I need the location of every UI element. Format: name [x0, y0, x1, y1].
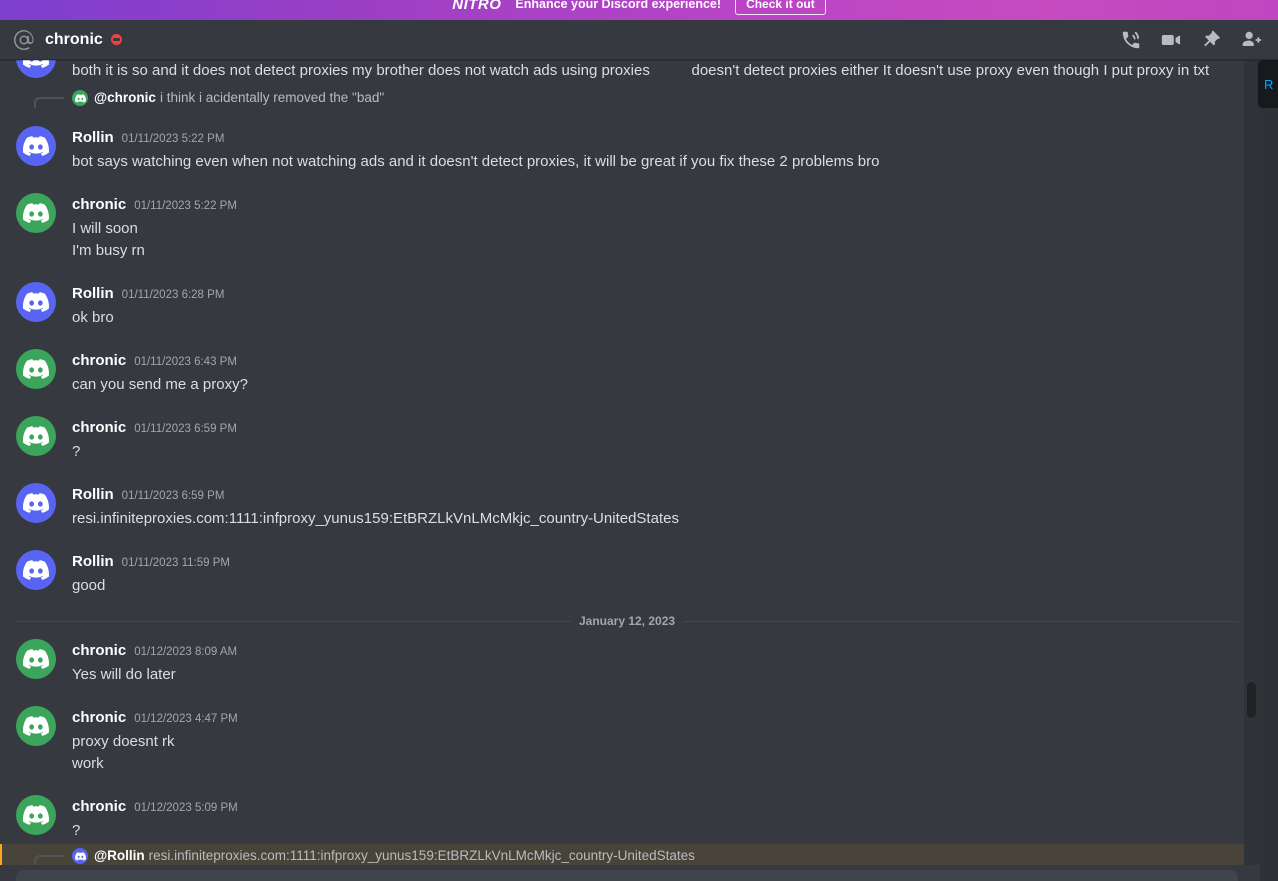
- message-text: work: [72, 755, 104, 772]
- message-timestamp: 01/12/2023 8:09 AM: [134, 646, 238, 658]
- message-scrollbar-thumb[interactable]: [1247, 682, 1256, 718]
- avatar[interactable]: [16, 416, 56, 456]
- message-author[interactable]: Rollin: [72, 551, 114, 573]
- message-timestamp: 01/11/2023 6:59 PM: [134, 423, 237, 435]
- message-author[interactable]: chronic: [72, 194, 126, 216]
- user-popout-text: R: [1264, 76, 1274, 92]
- message-text: good: [72, 577, 106, 594]
- message-text: I'm busy rn: [72, 242, 145, 259]
- user-popout-sliver[interactable]: R: [1258, 60, 1278, 108]
- message-header: chronic 01/12/2023 8:09 AM: [72, 640, 1206, 663]
- message-composer-container: Message @chronic: [0, 865, 1254, 881]
- message: chronic 01/12/2023 8:09 AM Yes will do lat…: [0, 638, 1254, 688]
- channel-name[interactable]: chronic: [45, 31, 103, 49]
- reply-avatar[interactable]: [72, 848, 88, 864]
- message-timestamp: 01/11/2023 11:59 PM: [121, 557, 230, 569]
- pinned-messages-icon[interactable]: [1199, 28, 1223, 52]
- message-header: chronic 01/11/2023 6:43 PM: [72, 350, 1206, 373]
- message-header: Rollin 01/11/2023 5:22 PM: [72, 127, 1206, 150]
- message: Rollin 01/11/2023 11:59 PM good: [0, 549, 1254, 599]
- nitro-logo: NITRO: [452, 0, 502, 13]
- message-partial: both it is so and it does not detect pro…: [0, 60, 1254, 88]
- message-author[interactable]: chronic: [72, 796, 126, 818]
- reply-spine-icon: [34, 855, 64, 865]
- message-header: chronic 01/11/2023 6:59 PM: [72, 417, 1206, 440]
- message-author[interactable]: chronic: [72, 417, 126, 439]
- start-video-call-icon[interactable]: [1159, 28, 1183, 52]
- at-icon: [12, 28, 36, 52]
- message-header: chronic 01/12/2023 4:47 PM: [72, 707, 1206, 730]
- message-author[interactable]: Rollin: [72, 283, 114, 305]
- reply-author[interactable]: @Rollin: [94, 847, 145, 865]
- channel-header: chronic: [0, 20, 1278, 60]
- date-divider-label: January 12, 2023: [570, 614, 684, 628]
- message-timestamp: 01/11/2023 6:43 PM: [134, 356, 237, 368]
- start-voice-call-icon[interactable]: [1119, 28, 1143, 52]
- nitro-check-it-out-button[interactable]: Check it out: [735, 0, 826, 15]
- avatar[interactable]: [16, 126, 56, 166]
- message-author[interactable]: Rollin: [72, 484, 114, 506]
- message-list: both it is so and it does not detect pro…: [0, 60, 1254, 865]
- header-actions: [1119, 28, 1268, 52]
- reply-spine-icon: [34, 97, 64, 108]
- message-timestamp: 01/11/2023 6:28 PM: [121, 289, 225, 301]
- message-header: chronic 01/12/2023 5:09 PM: [72, 796, 1206, 819]
- message-text: ?: [72, 443, 81, 460]
- message: Rollin 01/11/2023 6:28 PM ok bro: [0, 281, 1254, 331]
- avatar[interactable]: [16, 795, 56, 835]
- message: Rollin 01/11/2023 5:22 PM bot says watchin…: [0, 125, 1254, 175]
- message-timestamp: 01/11/2023 6:59 PM: [121, 490, 225, 502]
- member-list-sliver: [1260, 60, 1278, 881]
- reply-reference[interactable]: @Rollin resi.infiniteproxies.com:1111:inf…: [34, 846, 1254, 865]
- message-header: Rollin 01/11/2023 11:59 PM: [72, 551, 1206, 574]
- avatar[interactable]: [16, 706, 56, 746]
- message-timestamp: 01/11/2023 5:22 PM: [121, 133, 225, 145]
- message-text: I will soon: [72, 220, 138, 237]
- message-author[interactable]: chronic: [72, 640, 126, 662]
- nitro-tagline: Enhance your Discord experience!: [515, 0, 722, 11]
- reply-preview-text[interactable]: i think i acidentally removed the "bad": [160, 89, 384, 107]
- message: chronic 01/12/2023 5:09 PM?: [0, 794, 1254, 844]
- message: chronic 01/11/2023 6:43 PM can you send me…: [0, 348, 1254, 398]
- avatar[interactable]: [16, 639, 56, 679]
- message-timestamp: 01/12/2023 5:09 PM: [134, 802, 238, 814]
- avatar[interactable]: [16, 193, 56, 233]
- message-text: ?: [72, 822, 81, 839]
- reply-author[interactable]: @chronic: [94, 89, 156, 107]
- message-header: Rollin 01/11/2023 6:59 PM: [72, 484, 1206, 507]
- message-author[interactable]: Rollin: [72, 127, 114, 149]
- avatar[interactable]: [16, 550, 56, 590]
- message-scroller[interactable]: both it is so and it does not detect pro…: [0, 60, 1254, 865]
- message-composer[interactable]: Message @chronic: [16, 870, 1238, 881]
- message-text: can you send me a proxy?: [72, 376, 248, 393]
- message: Rollin 01/11/2023 6:59 PM resi.infinitepro…: [0, 482, 1254, 532]
- mention-highlight-group: @Rollin resi.infiniteproxies.com:1111:inf…: [0, 844, 1254, 865]
- message-text: ok bro: [72, 309, 114, 326]
- avatar[interactable]: [16, 483, 56, 523]
- message-text: Yes will do later: [72, 666, 176, 683]
- message-timestamp: 01/12/2023 4:47 PM: [134, 713, 238, 725]
- message-text: resi.infiniteproxies.com:1111:infproxy_y…: [72, 510, 679, 527]
- message: chronic 01/11/2023 5:22 PM I will soon I'm …: [0, 192, 1254, 264]
- message: chronic 01/12/2023 4:47 PM proxy doesnt rk…: [0, 705, 1254, 777]
- message-timestamp: 01/11/2023 5:22 PM: [134, 200, 237, 212]
- avatar[interactable]: [16, 349, 56, 389]
- message-text: proxy doesnt rk: [72, 733, 175, 750]
- message-header: chronic 01/11/2023 5:22 PM: [72, 194, 1206, 217]
- message-header: Rollin 01/11/2023 6:28 PM: [72, 283, 1206, 306]
- message-author[interactable]: chronic: [72, 707, 126, 729]
- avatar[interactable]: [16, 282, 56, 322]
- message-text: both it is so and it does not detect pro…: [72, 62, 1210, 79]
- reply-reference[interactable]: @chronic i think i acidentally removed th…: [34, 88, 1254, 108]
- message-author[interactable]: chronic: [72, 350, 126, 372]
- message-scrollbar-track[interactable]: [1244, 60, 1260, 865]
- reply-avatar[interactable]: [72, 90, 88, 106]
- nitro-promo-banner[interactable]: NITRO Enhance your Discord experience! C…: [0, 0, 1278, 20]
- add-friends-icon[interactable]: [1239, 28, 1263, 52]
- status-badge-dnd: [110, 34, 122, 45]
- message: chronic 01/11/2023 6:59 PM?: [0, 415, 1254, 465]
- message-text: bot says watching even when not watching…: [72, 153, 880, 170]
- reply-preview-text[interactable]: resi.infiniteproxies.com:1111:infproxy_y…: [149, 847, 695, 865]
